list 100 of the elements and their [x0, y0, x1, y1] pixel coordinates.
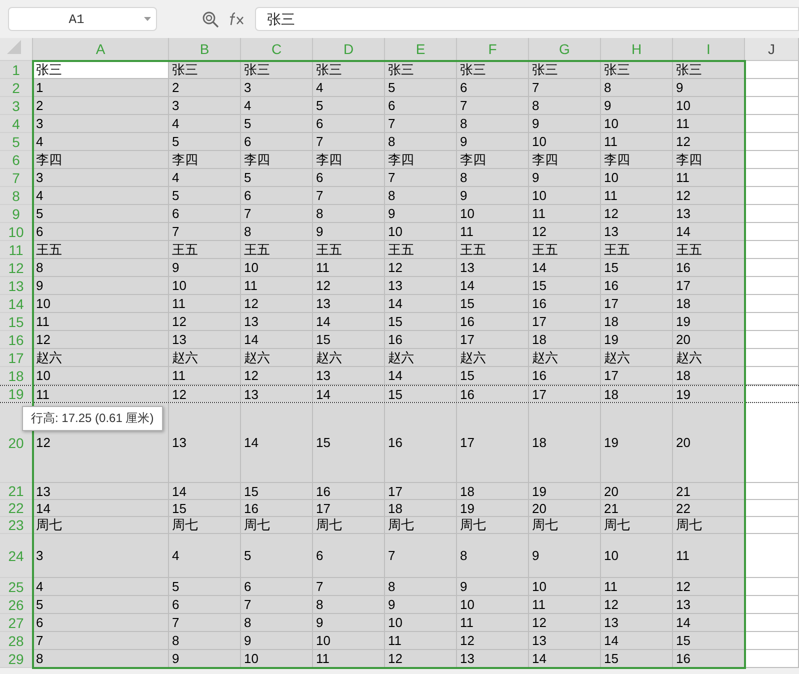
table-cell: 22 [673, 500, 745, 517]
table-cell: 李四 [529, 151, 601, 169]
table-cell: 9 [601, 97, 673, 115]
table-cell: 王五 [601, 241, 673, 259]
table-cell: 14 [313, 386, 385, 402]
table-cell: 8 [385, 578, 457, 596]
table-cell: 13 [601, 614, 673, 632]
table-cell: 李四 [457, 151, 529, 169]
table-cell: 11 [673, 534, 745, 578]
table-cell: 6 [241, 187, 313, 205]
table-cell: 12 [169, 386, 241, 402]
table-cell: 15 [601, 650, 673, 668]
table-cell: 20 [673, 403, 745, 483]
table-cell: 20 [601, 483, 673, 500]
table-cell: 12 [601, 205, 673, 223]
table-cell: 11 [673, 115, 745, 133]
table-cell: 17 [529, 313, 601, 331]
table-cell: 17 [673, 277, 745, 295]
table-cell: 5 [169, 133, 241, 151]
table-cell: 7 [529, 79, 601, 97]
table-cell: 11 [673, 169, 745, 187]
table-cell: 5 [241, 534, 313, 578]
table-cell: 11 [529, 596, 601, 614]
table-cell: 12 [673, 578, 745, 596]
table-cell: 7 [385, 169, 457, 187]
table-cell: 周七 [601, 517, 673, 534]
table-cell: 13 [673, 596, 745, 614]
table-cell: 王五 [457, 241, 529, 259]
table-cell: 16 [385, 331, 457, 349]
table-cell: 11 [313, 650, 385, 668]
table-cell: 10 [313, 632, 385, 650]
table-cell: 8 [169, 632, 241, 650]
table-cell: 9 [457, 578, 529, 596]
table-cell: 5 [33, 596, 169, 614]
table-cell: 李四 [33, 151, 169, 169]
table-cell: 14 [241, 331, 313, 349]
table-cell: 3 [169, 97, 241, 115]
table-cell: 14 [33, 500, 169, 517]
table-cell: 16 [601, 277, 673, 295]
table-cell: 15 [385, 386, 457, 402]
table-cell: 19 [601, 403, 673, 483]
table-cell: 18 [673, 295, 745, 313]
table-cell: 18 [529, 331, 601, 349]
table-cell: 11 [529, 205, 601, 223]
table-cell: 12 [529, 614, 601, 632]
table-cell: 10 [385, 614, 457, 632]
table-cell: 15 [457, 295, 529, 313]
table-cell: 13 [33, 483, 169, 500]
table-cell: 张三 [385, 61, 457, 79]
table-cell: 赵六 [313, 349, 385, 367]
table-cell: 周七 [33, 517, 169, 534]
table-cell: 15 [673, 632, 745, 650]
table-cell: 7 [241, 596, 313, 614]
table-cell: 9 [385, 596, 457, 614]
table-cell: 21 [673, 483, 745, 500]
row-height-tooltip: 行高: 17.25 (0.61 厘米) [22, 406, 163, 431]
table-cell: 4 [169, 534, 241, 578]
table-cell: 9 [169, 650, 241, 668]
table-cell: 13 [601, 223, 673, 241]
table-cell: 18 [457, 483, 529, 500]
table-cell: 8 [385, 187, 457, 205]
table-cell: 赵六 [529, 349, 601, 367]
table-cell: 5 [169, 578, 241, 596]
table-cell: 17 [601, 295, 673, 313]
table-cell: 14 [529, 650, 601, 668]
table-cell: 9 [313, 223, 385, 241]
table-cell: 15 [601, 259, 673, 277]
table-cell: 4 [33, 133, 169, 151]
table-cell: 17 [313, 500, 385, 517]
table-cell: 10 [241, 650, 313, 668]
table-cell: 15 [529, 277, 601, 295]
table-cell: 周七 [241, 517, 313, 534]
table-cell: 16 [457, 313, 529, 331]
table-cell: 11 [33, 313, 169, 331]
table-cell: 11 [601, 578, 673, 596]
table-cell: 14 [601, 632, 673, 650]
table-cell: 8 [457, 534, 529, 578]
table-cell: 赵六 [601, 349, 673, 367]
table-cell: 14 [457, 277, 529, 295]
table-cell: 9 [169, 259, 241, 277]
table-cell: 11 [457, 614, 529, 632]
table-cell: 9 [673, 79, 745, 97]
table-cell: 14 [385, 367, 457, 385]
table-cell: 9 [385, 205, 457, 223]
table-cell: 4 [169, 115, 241, 133]
table-cell: 18 [385, 500, 457, 517]
table-cell: 9 [33, 277, 169, 295]
table-cell: 12 [241, 295, 313, 313]
table-cell: 13 [241, 386, 313, 402]
table-cell: 2 [169, 79, 241, 97]
table-cell: 12 [529, 223, 601, 241]
table-cell: 3 [33, 534, 169, 578]
table-cell: 11 [33, 386, 169, 402]
table-cell: 4 [33, 578, 169, 596]
table-cell: 17 [601, 367, 673, 385]
table-cell: 10 [33, 295, 169, 313]
table-cell: 8 [33, 259, 169, 277]
table-cell: 周七 [457, 517, 529, 534]
table-cell: 11 [385, 632, 457, 650]
table-cell: 13 [241, 313, 313, 331]
